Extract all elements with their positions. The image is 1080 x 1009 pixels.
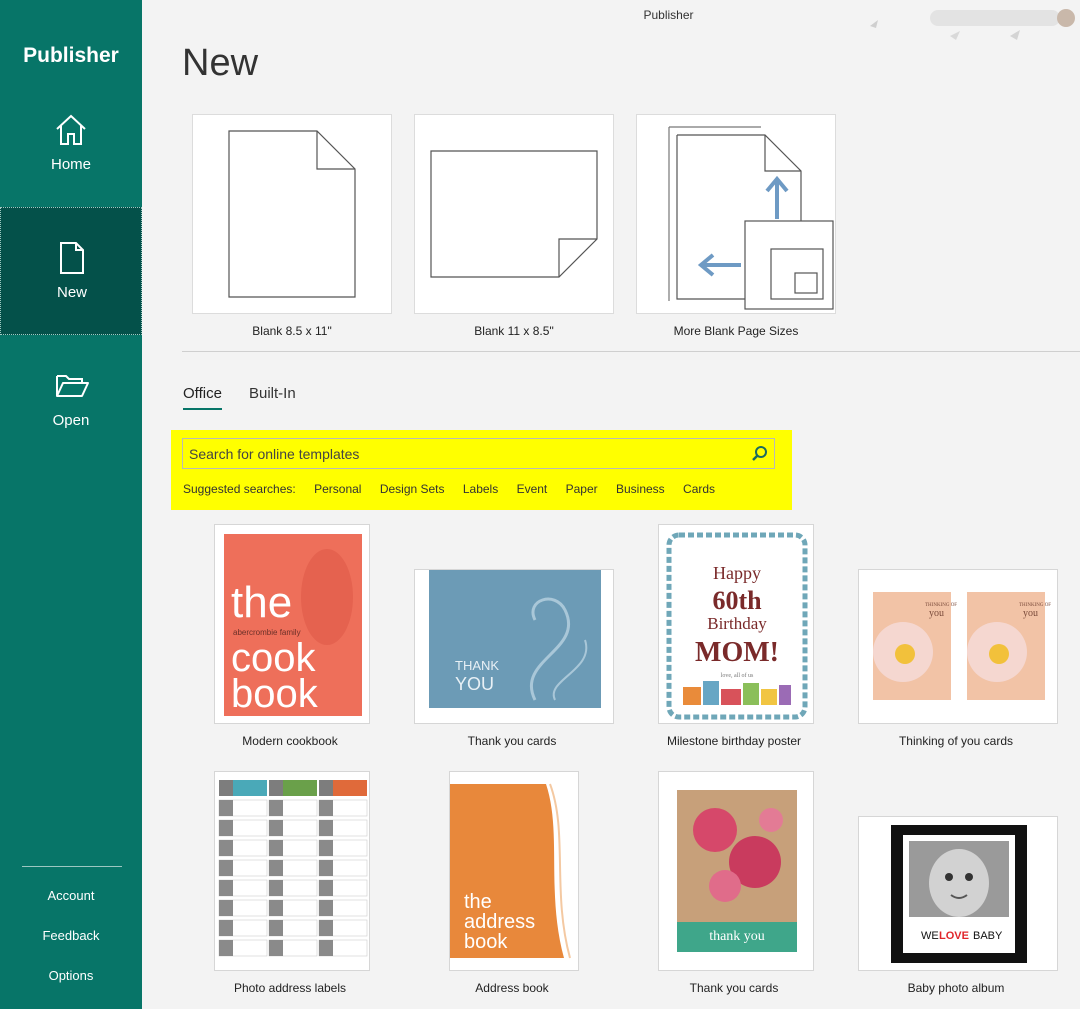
nav-home[interactable]: Home — [0, 80, 142, 208]
search-icon[interactable] — [751, 445, 768, 462]
blank-landscape-card[interactable] — [414, 114, 614, 314]
template-thumbnail — [214, 771, 370, 971]
new-document-icon — [60, 242, 84, 274]
thinking-text-1b: you — [929, 608, 944, 619]
template-label: Thank you cards — [689, 981, 779, 995]
section-divider — [182, 351, 1080, 352]
app-name: Publisher — [23, 44, 119, 67]
template-label: Milestone birthday poster — [666, 734, 802, 748]
baby-text-we: WE — [921, 930, 939, 942]
baby-text-baby: BABY — [973, 930, 1003, 942]
template-thumbnail: thank you — [658, 771, 814, 971]
blank-portrait-label: Blank 8.5 x 11" — [252, 324, 332, 338]
tab-built-in[interactable]: Built-In — [249, 385, 296, 408]
home-icon — [56, 114, 86, 145]
nav-home-label: Home — [50, 156, 91, 173]
suggested-searches-label: Suggested searches: — [183, 482, 296, 496]
nav-new-label: New — [56, 284, 87, 301]
template-thumbnail: THINKING OF you THINKING OF you — [858, 569, 1058, 724]
backstage-sidebar: Publisher Home New Open Account Feedback… — [0, 0, 142, 1009]
search-field — [182, 438, 775, 469]
suggested-searches: Suggested searches: Personal Design Sets… — [183, 482, 730, 496]
portrait-page-icon — [228, 130, 356, 298]
template-label: Address book — [475, 981, 549, 995]
addressbook-text-address: address — [464, 911, 535, 933]
template-thumbnail: WE LOVE BABY — [858, 816, 1058, 971]
birthday-text-60th: 60th — [712, 586, 762, 615]
birthday-text-happy: Happy — [713, 563, 761, 583]
tab-office[interactable]: Office — [183, 385, 222, 410]
suggestion-design-sets[interactable]: Design Sets — [380, 482, 445, 496]
search-area-highlight: Suggested searches: Personal Design Sets… — [171, 430, 792, 510]
folder-open-icon — [56, 375, 89, 397]
cookbook-text-the: the — [231, 578, 292, 627]
blank-portrait-card[interactable] — [192, 114, 392, 314]
addressbook-text-the: the — [464, 891, 492, 913]
birthday-text-birthday: Birthday — [707, 614, 767, 633]
template-thumbnail: THANK YOU — [414, 569, 614, 724]
template-thumbnail: Happy 60th Birthday MOM! love, all of us — [658, 524, 814, 724]
floral-text-thankyou: thank you — [709, 929, 765, 944]
more-blank-sizes-card[interactable] — [636, 114, 836, 314]
template-thumbnail: the address book — [449, 771, 579, 971]
template-label: Baby photo album — [907, 981, 1005, 995]
nav-open-label: Open — [52, 412, 90, 429]
template-label: Modern cookbook — [242, 734, 338, 748]
page-title: New — [182, 42, 259, 84]
options-link[interactable]: Options — [0, 968, 142, 983]
suggestion-event[interactable]: Event — [517, 482, 548, 496]
account-link[interactable]: Account — [0, 888, 142, 903]
thankyou-text-thank: THANK — [455, 658, 499, 673]
nav-new[interactable]: New — [0, 207, 142, 335]
suggestion-labels[interactable]: Labels — [463, 482, 498, 496]
more-blank-sizes-label: More Blank Page Sizes — [673, 324, 799, 338]
cookbook-text-book: book — [231, 672, 319, 716]
title-bar-birds-decoration — [870, 9, 1075, 40]
sidebar-divider — [22, 866, 122, 867]
birthday-text-mom: MOM! — [695, 637, 779, 668]
template-label: Thinking of you cards — [898, 734, 1014, 748]
suggestion-personal[interactable]: Personal — [314, 482, 361, 496]
addressbook-text-book: book — [464, 931, 508, 953]
blank-landscape-label: Blank 11 x 8.5" — [474, 324, 554, 338]
suggestion-business[interactable]: Business — [616, 482, 665, 496]
page-sizes-icon — [668, 126, 834, 310]
suggestion-cards[interactable]: Cards — [683, 482, 715, 496]
feedback-link[interactable]: Feedback — [0, 928, 142, 943]
thinking-text-2b: you — [1023, 608, 1038, 619]
nav-open[interactable]: Open — [0, 336, 142, 464]
suggestion-paper[interactable]: Paper — [566, 482, 598, 496]
template-label: Thank you cards — [467, 734, 557, 748]
search-input[interactable] — [183, 439, 743, 468]
template-thumbnail: the abercrombie family cook book — [214, 524, 370, 724]
landscape-page-icon — [430, 150, 598, 278]
thankyou-text-you: YOU — [455, 674, 494, 694]
baby-text-love: LOVE — [939, 930, 969, 942]
birthday-text-love: love, all of us — [721, 672, 754, 679]
template-label: Photo address labels — [233, 981, 347, 995]
